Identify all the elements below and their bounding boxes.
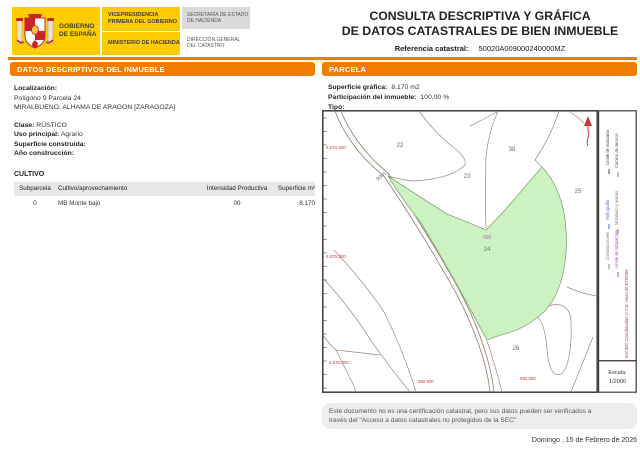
uso-value: Agrario: [60, 131, 83, 138]
cell-cultivo: MB Monte bajo: [58, 199, 101, 207]
superficie-label: Superficie construida:: [14, 140, 86, 148]
parcel-number: 26: [513, 346, 520, 352]
cell-subparcela: 0: [33, 199, 37, 207]
superficie-grafica-row: Superficie gráfica: 8.170 m2: [328, 83, 449, 93]
y-coordinate: 4.570.400: [326, 145, 346, 150]
ano-row: Año construcción:: [14, 149, 314, 159]
legend-item: Hidrografía: [605, 199, 610, 220]
title-line1: CONSULTA DESCRIPTIVA Y GRÁFICA: [369, 9, 591, 23]
gov-line2: DE ESPAÑA: [59, 31, 97, 38]
y-coordinate: 4.570.000: [329, 360, 349, 365]
document-title: CONSULTA DESCRIPTIVA Y GRÁFICA DE DATOS …: [330, 9, 630, 53]
disclaimer-box: Este documento no es una certificación c…: [322, 403, 637, 429]
col-superficie: Superficie m²: [277, 185, 315, 192]
document-date: Domingo , 15 de Febrero de 2026: [531, 437, 637, 444]
cultivo-table-header: Subparcela Cultivo/aprovechamiento Inten…: [14, 182, 315, 196]
cadastral-document: GOBIERNO DE ESPAÑA VICEPRESIDENCIA PRIME…: [0, 0, 640, 452]
parcel-number: 25: [575, 189, 582, 195]
parcel-data-panel: Superficie gráfica: 8.170 m2 Participació…: [328, 83, 449, 113]
scale-value: 1/2000: [609, 379, 626, 385]
col-cultivo: Cultivo/aprovechamiento: [58, 185, 128, 192]
cultivo-title: CULTIVO: [14, 170, 45, 178]
parcel-number: 23: [464, 174, 471, 180]
ano-label: Año construcción:: [14, 150, 75, 157]
uso-row: Uso principal: Agrario: [14, 130, 314, 140]
parcel-number: 38: [509, 147, 516, 153]
participacion-label: Participación del inmueble:: [328, 94, 417, 101]
cadastral-map: 22 23 38 25 24 26 9001 008 4.570.400 4.5…: [322, 110, 598, 393]
clase-row: Clase: RÚSTICO: [14, 121, 314, 131]
legend-item: Límite de manzana: [605, 129, 610, 165]
reference-label: Referencia catastral:: [394, 44, 469, 53]
cadastral-map-figure: 22 23 38 25 24 26 9001 008 4.570.400 4.5…: [322, 110, 637, 393]
logo-directorate-block: SECRETARÍA DE ESTADO DE HACIENDA DIRECCI…: [182, 7, 250, 55]
legend-item: Mobiliario y aceras: [614, 191, 619, 225]
header-divider: [8, 57, 637, 60]
localizacion-label: Localización:: [14, 85, 58, 92]
scale-label: Escala:: [608, 370, 627, 376]
parcel-number-highlighted: 24: [484, 247, 491, 253]
direccion-label: DIRECCIÓN GENERAL DEL CATASTRO: [182, 33, 250, 53]
cell-superficie: 8.170: [299, 199, 315, 207]
legend-item: Camino de servicio: [614, 132, 619, 168]
uso-label: Uso principal:: [14, 131, 60, 138]
title-line2: DE DATOS CATASTRALES DE BIEN INMUEBLE: [341, 24, 619, 38]
superficie-grafica-label: Superficie gráfica:: [328, 84, 388, 91]
disclaimer-line1: Este documento no es una certificación c…: [329, 408, 592, 415]
map-edge-ticks: [323, 117, 327, 389]
localizacion-line1: Polígono 9 Parcela 24: [14, 94, 81, 102]
right-section-header: PARCELA: [322, 62, 637, 76]
col-subparcela: Subparcela: [19, 185, 51, 192]
participacion-row: Participación del inmueble: 100,00 %: [328, 93, 449, 103]
x-coordinate: 592.600: [418, 379, 434, 384]
cadastral-reference: Referencia catastral: 50020A009000240000M…: [330, 44, 630, 53]
y-coordinate: 4.570.200: [326, 254, 346, 259]
government-logo: GOBIERNO DE ESPAÑA VICEPRESIDENCIA PRIME…: [12, 7, 250, 55]
utm-note: 592.800 Coordenadas U.T.M. Huso 30 ETRS8…: [624, 269, 629, 358]
clase-value: RÚSTICO: [36, 121, 67, 129]
cultivo-table: Subparcela Cultivo/aprovechamiento Inten…: [14, 182, 315, 211]
logo-gobierno-block: GOBIERNO DE ESPAÑA: [12, 7, 100, 55]
col-intensidad: Intensidad Productiva: [206, 185, 268, 192]
left-section-header: DATOS DESCRIPTIVOS DEL INMUEBLE: [10, 62, 315, 76]
cell-intensidad: 00: [233, 199, 241, 207]
clase-label: Clase:: [14, 121, 35, 129]
logo-gobierno-text: GOBIERNO DE ESPAÑA: [59, 23, 96, 39]
reference-value: 50020A009000240000MZ: [478, 44, 566, 53]
parcel-number: 22: [397, 143, 404, 149]
x-coordinate: 592.800: [520, 376, 536, 381]
gov-line1: GOBIERNO: [59, 23, 95, 30]
secretaria-label: SECRETARÍA DE ESTADO DE HACIENDA: [182, 7, 250, 29]
legend-item: Construcciones: [605, 232, 610, 260]
disclaimer-line2: través del "Acceso a datos catastrales n…: [329, 417, 517, 424]
spain-coat-of-arms-icon: [16, 11, 54, 49]
map-sidebar: Límite de manzana Camino de servicio Hid…: [598, 110, 637, 393]
descriptive-data-panel: Localización: Polígono 9 Parcela 24 MIRA…: [14, 84, 315, 211]
logo-ministry-block: VICEPRESIDENCIA PRIMERA DEL GOBIERNO MIN…: [102, 7, 180, 55]
superficie-grafica-value: 8.170 m2: [391, 84, 420, 91]
table-row: 0 MB Monte bajo 00 8.170: [14, 196, 315, 212]
subparcel-label: 008: [483, 235, 492, 241]
ministry-line2: MINISTERIO DE HACIENDA: [102, 30, 180, 56]
localizacion-line2: MIRALBUENO. ALHAMA DE ARAGON [ZARAGOZA]: [14, 104, 176, 111]
ministry-line1: VICEPRESIDENCIA PRIMERA DEL GOBIERNO: [108, 12, 178, 25]
participacion-value: 100,00 %: [420, 94, 450, 101]
legend-item: Límite de subparcela: [614, 229, 619, 268]
superficie-row: Superficie construida:: [14, 140, 314, 150]
